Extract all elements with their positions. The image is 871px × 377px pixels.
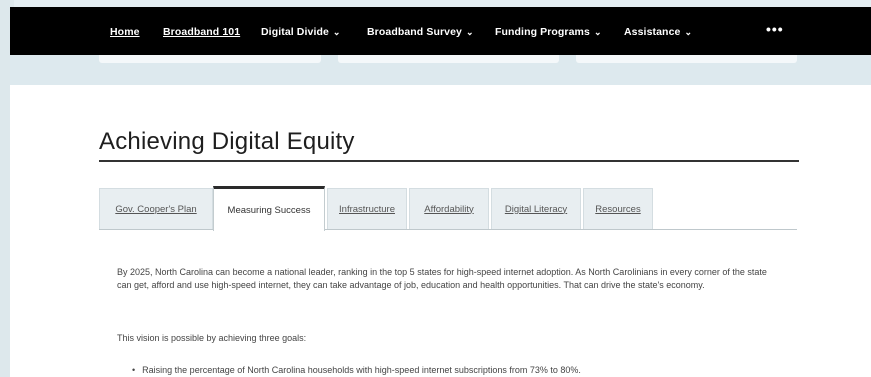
nav-assistance-menu[interactable]: Assistance ⌄ xyxy=(624,26,692,38)
nav-home-link[interactable]: Home xyxy=(110,26,140,38)
nav-broadband-survey-label: Broadband Survey xyxy=(367,26,462,38)
tab-measuring-success[interactable]: Measuring Success xyxy=(213,186,325,231)
bullet-icon: • xyxy=(132,365,136,375)
page-title: Achieving Digital Equity xyxy=(99,128,355,155)
nav-digital-divide-label: Digital Divide xyxy=(261,26,329,38)
goal-text: Raising the percentage of North Carolina… xyxy=(142,365,581,375)
feature-card[interactable] xyxy=(99,55,321,63)
title-divider xyxy=(99,160,799,162)
nav-broadband-survey-menu[interactable]: Broadband Survey ⌄ xyxy=(367,26,474,38)
tab-resources[interactable]: Resources xyxy=(583,188,653,230)
tab-infrastructure[interactable]: Infrastructure xyxy=(327,188,407,230)
top-navbar: Home Broadband 101 Digital Divide ⌄ Broad… xyxy=(10,7,871,55)
intro-paragraph: By 2025, North Carolina can become a nat… xyxy=(117,267,767,290)
list-item: • Raising the percentage of North Carolin… xyxy=(132,365,581,375)
nav-assistance-label: Assistance xyxy=(624,26,681,38)
nav-digital-divide-menu[interactable]: Digital Divide ⌄ xyxy=(261,26,341,38)
chevron-down-icon: ⌄ xyxy=(465,27,474,37)
feature-card[interactable] xyxy=(576,55,797,63)
chevron-down-icon: ⌄ xyxy=(684,27,693,37)
nav-funding-programs-label: Funding Programs xyxy=(495,26,590,38)
tab-bar: Gov. Cooper's Plan Measuring Success Inf… xyxy=(99,186,799,231)
chevron-down-icon: ⌄ xyxy=(332,27,341,37)
tab-gov-coopers-plan[interactable]: Gov. Cooper's Plan xyxy=(99,188,213,230)
nav-broadband-101-link[interactable]: Broadband 101 xyxy=(163,26,240,38)
tab-digital-literacy[interactable]: Digital Literacy xyxy=(491,188,581,230)
tab-affordability[interactable]: Affordability xyxy=(409,188,489,230)
goals-lead-text: This vision is possible by achieving thr… xyxy=(117,333,307,343)
chevron-down-icon: ⌄ xyxy=(593,27,602,37)
more-menu-button[interactable]: ••• xyxy=(766,21,784,37)
nav-funding-programs-menu[interactable]: Funding Programs ⌄ xyxy=(495,26,602,38)
tab-underline xyxy=(99,229,797,230)
feature-card[interactable] xyxy=(338,55,559,63)
